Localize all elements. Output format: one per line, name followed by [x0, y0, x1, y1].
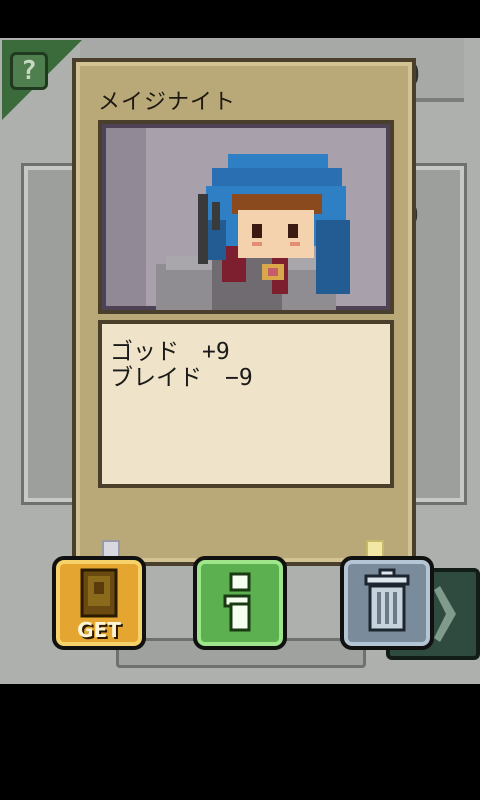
- card-stats-panel: ゴッド +9 ブレイド −9: [98, 320, 394, 488]
- character-card: メイジナイト ゴッド +9 ブレイド −9: [72, 58, 416, 566]
- card-name: メイジナイト: [98, 90, 237, 115]
- get-label: GET: [77, 618, 121, 642]
- character-portrait: [98, 120, 394, 314]
- get-card-button[interactable]: GET: [52, 556, 146, 650]
- game-screen: 0 0 ? メイジナイト: [0, 38, 480, 684]
- navigation-bar: [0, 684, 480, 800]
- discard-button[interactable]: [340, 556, 434, 650]
- stat-line-blade: ブレイド −9: [110, 365, 253, 391]
- info-icon: [223, 572, 251, 632]
- status-bar: [0, 0, 480, 38]
- trash-can-icon: [364, 568, 410, 632]
- question-icon[interactable]: ?: [10, 52, 48, 90]
- info-button[interactable]: [193, 556, 287, 650]
- mage-knight-sprite: [156, 154, 350, 310]
